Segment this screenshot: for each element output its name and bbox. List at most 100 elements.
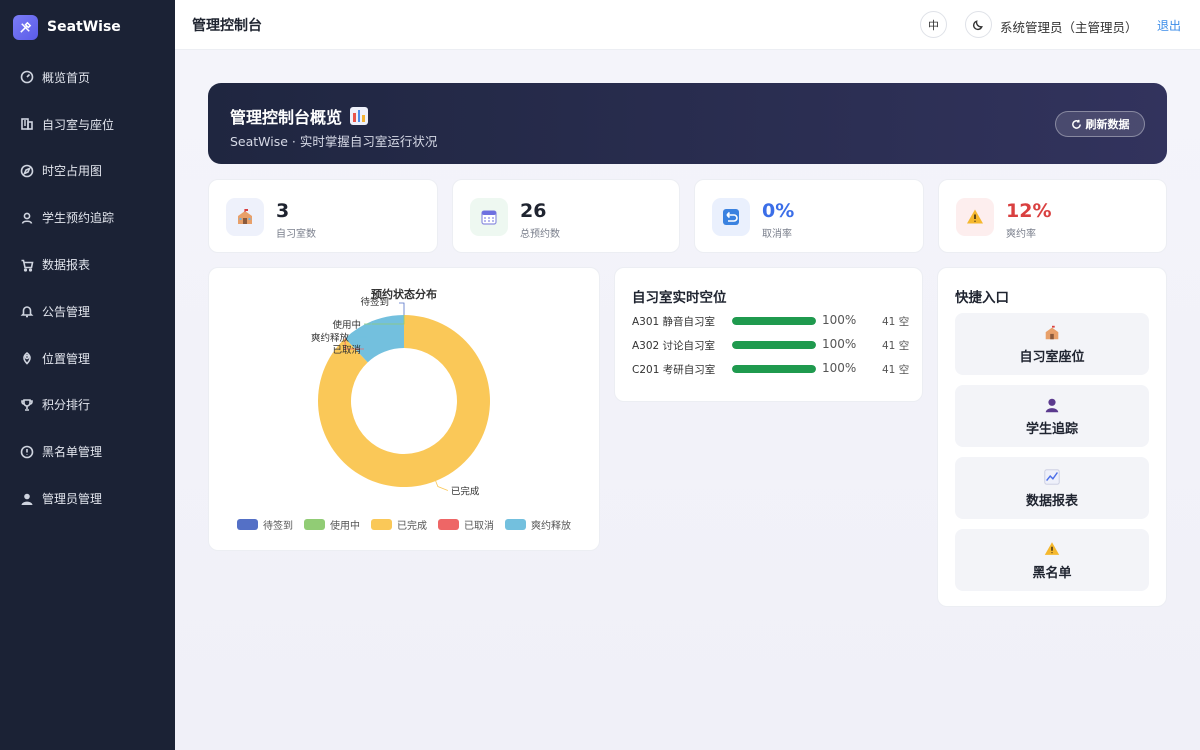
dashboard-icon [20,70,34,84]
sidebar-item-announcements[interactable]: 公告管理 [0,288,175,335]
stat-value: 12% [1006,200,1052,222]
quick-link-reports[interactable]: 数据报表 [955,457,1149,519]
label-leader-line [435,480,449,491]
legend-swatch [505,519,526,530]
legend-item[interactable]: 爽约释放 [505,517,571,532]
user-icon [20,211,34,225]
student-icon [1043,396,1061,414]
current-user: 系统管理员（主管理员） [1000,20,1138,35]
sidebar-item-occupancy[interactable]: 时空占用图 [0,148,175,195]
bar-chart-icon [350,107,369,125]
legend-label: 已取消 [464,521,494,532]
return-arrow-icon [712,198,750,236]
overview-banner: 管理控制台概览 SeatWise · 实时掌握自习室运行状况 刷新数据 [208,83,1167,164]
quick-link-tracking[interactable]: 学生追踪 [955,385,1149,447]
stat-label: 爽约率 [1006,229,1036,240]
stat-value: 0% [762,200,795,222]
room-row: A301 静音自习室 100% 41 空 [632,313,912,328]
room-percent: 100% [822,337,857,351]
room-panel-title: 自习室实时空位 [632,290,727,306]
brand-name: SeatWise [47,19,121,35]
stat-label: 自习室数 [276,229,316,240]
legend-label: 待签到 [263,521,293,532]
language-toggle-button[interactable]: 中 [920,11,947,38]
chart-legend: 待签到 使用中 已完成 已取消 爽约释放 [209,517,599,532]
quick-link-label: 自习室座位 [1019,349,1085,365]
sidebar-item-admins[interactable]: 管理员管理 [0,475,175,522]
sidebar-item-locations[interactable]: 位置管理 [0,335,175,382]
status-chart-panel: 预约状态分布 待签到 使用中 已完成 已取消 爽约释放 待签到 使用中 已完成 已取消 爽约释放 [208,267,600,551]
sidebar-item-tracking[interactable]: 学生预约追踪 [0,194,175,241]
sidebar-item-ranking[interactable]: 积分排行 [0,382,175,429]
warning-icon [956,198,994,236]
main-content: 管理控制台概览 SeatWise · 实时掌握自习室运行状况 刷新数据 3 自习… [175,50,1200,750]
legend-label: 已完成 [397,521,427,532]
page-title: 管理控制台 [192,17,262,34]
stat-card-noshow-rate: 12% 爽约率 [938,179,1167,253]
legend-label: 使用中 [330,521,360,532]
room-free-seats: 41 空 [882,316,910,328]
legend-item[interactable]: 已完成 [371,517,427,532]
stat-card-bookings: 26 总预约数 [452,179,680,253]
room-name: C201 考研自习室 [632,364,716,376]
chart-up-icon [1043,468,1061,486]
room-name: A302 讨论自习室 [632,340,716,352]
trophy-icon [20,398,34,412]
warning-icon [1043,540,1061,558]
room-free-seats: 41 空 [882,340,910,352]
slice-label: 使用中 [332,319,361,331]
quick-link-label: 学生追踪 [1025,421,1078,437]
stat-card-cancel-rate: 0% 取消率 [694,179,924,253]
top-header: 管理控制台 中 系统管理员（主管理员） 退出 [175,0,1200,50]
logout-link[interactable]: 退出 [1157,17,1181,34]
stat-value: 3 [276,200,290,222]
quick-link-rooms[interactable]: 自习室座位 [955,313,1149,375]
room-occupancy-fill [732,365,816,373]
refresh-label: 刷新数据 [1085,118,1130,131]
moon-icon [973,20,983,31]
sidebar-item-label: 概览首页 [42,70,91,85]
refresh-button[interactable]: 刷新数据 [1055,111,1145,137]
banner-title: 管理控制台概览 [230,108,343,127]
legend-swatch [438,519,459,530]
refresh-icon [1071,119,1081,129]
sidebar-item-label: 黑名单管理 [42,445,103,460]
slice-label: 已完成 [451,486,480,498]
brand[interactable]: SeatWise [0,0,175,54]
compass-icon [20,164,34,178]
stat-card-rooms: 3 自习室数 [208,179,438,253]
cart-chart-icon [20,258,34,272]
stat-label: 总预约数 [520,229,560,240]
legend-item[interactable]: 待签到 [237,517,293,532]
quick-link-label: 数据报表 [1025,493,1078,509]
room-occupancy-bar [732,365,816,373]
quick-link-label: 黑名单 [1032,565,1072,581]
slice-label: 爽约释放 [311,332,350,344]
legend-swatch [237,519,258,530]
sidebar-item-label: 积分排行 [42,398,91,413]
quick-link-blacklist[interactable]: 黑名单 [955,529,1149,591]
sidebar-item-overview[interactable]: 概览首页 [0,54,175,101]
quick-panel-title: 快捷入口 [955,290,1009,306]
school-icon [226,198,264,236]
label-leader-line [399,302,405,315]
sidebar-item-label: 公告管理 [42,304,91,319]
theme-toggle-button[interactable] [965,11,992,38]
room-occupancy-fill [732,341,816,349]
legend-label: 爽约释放 [531,521,571,532]
banner-subtitle: SeatWise · 实时掌握自习室运行状况 [230,134,438,149]
building-icon [20,117,34,131]
legend-item[interactable]: 使用中 [304,517,360,532]
sidebar-item-blacklist[interactable]: 黑名单管理 [0,428,175,475]
legend-item[interactable]: 已取消 [438,517,494,532]
calendar-icon [470,198,508,236]
status-donut-chart: 预约状态分布 待签到使用中已完成已取消爽约释放 [311,287,491,498]
sidebar-item-reports[interactable]: 数据报表 [0,241,175,288]
sidebar-item-rooms[interactable]: 自习室与座位 [0,101,175,148]
sidebar-nav: 概览首页 自习室与座位 时空占用图 学生预约追踪 数据报表 公告管理 位置管理 [0,54,175,522]
room-occupancy-bar [732,317,816,325]
stat-label: 取消率 [762,229,792,240]
bell-icon [20,304,34,318]
sidebar-item-label: 自习室与座位 [42,117,115,132]
room-row: C201 考研自习室 100% 41 空 [632,361,912,376]
